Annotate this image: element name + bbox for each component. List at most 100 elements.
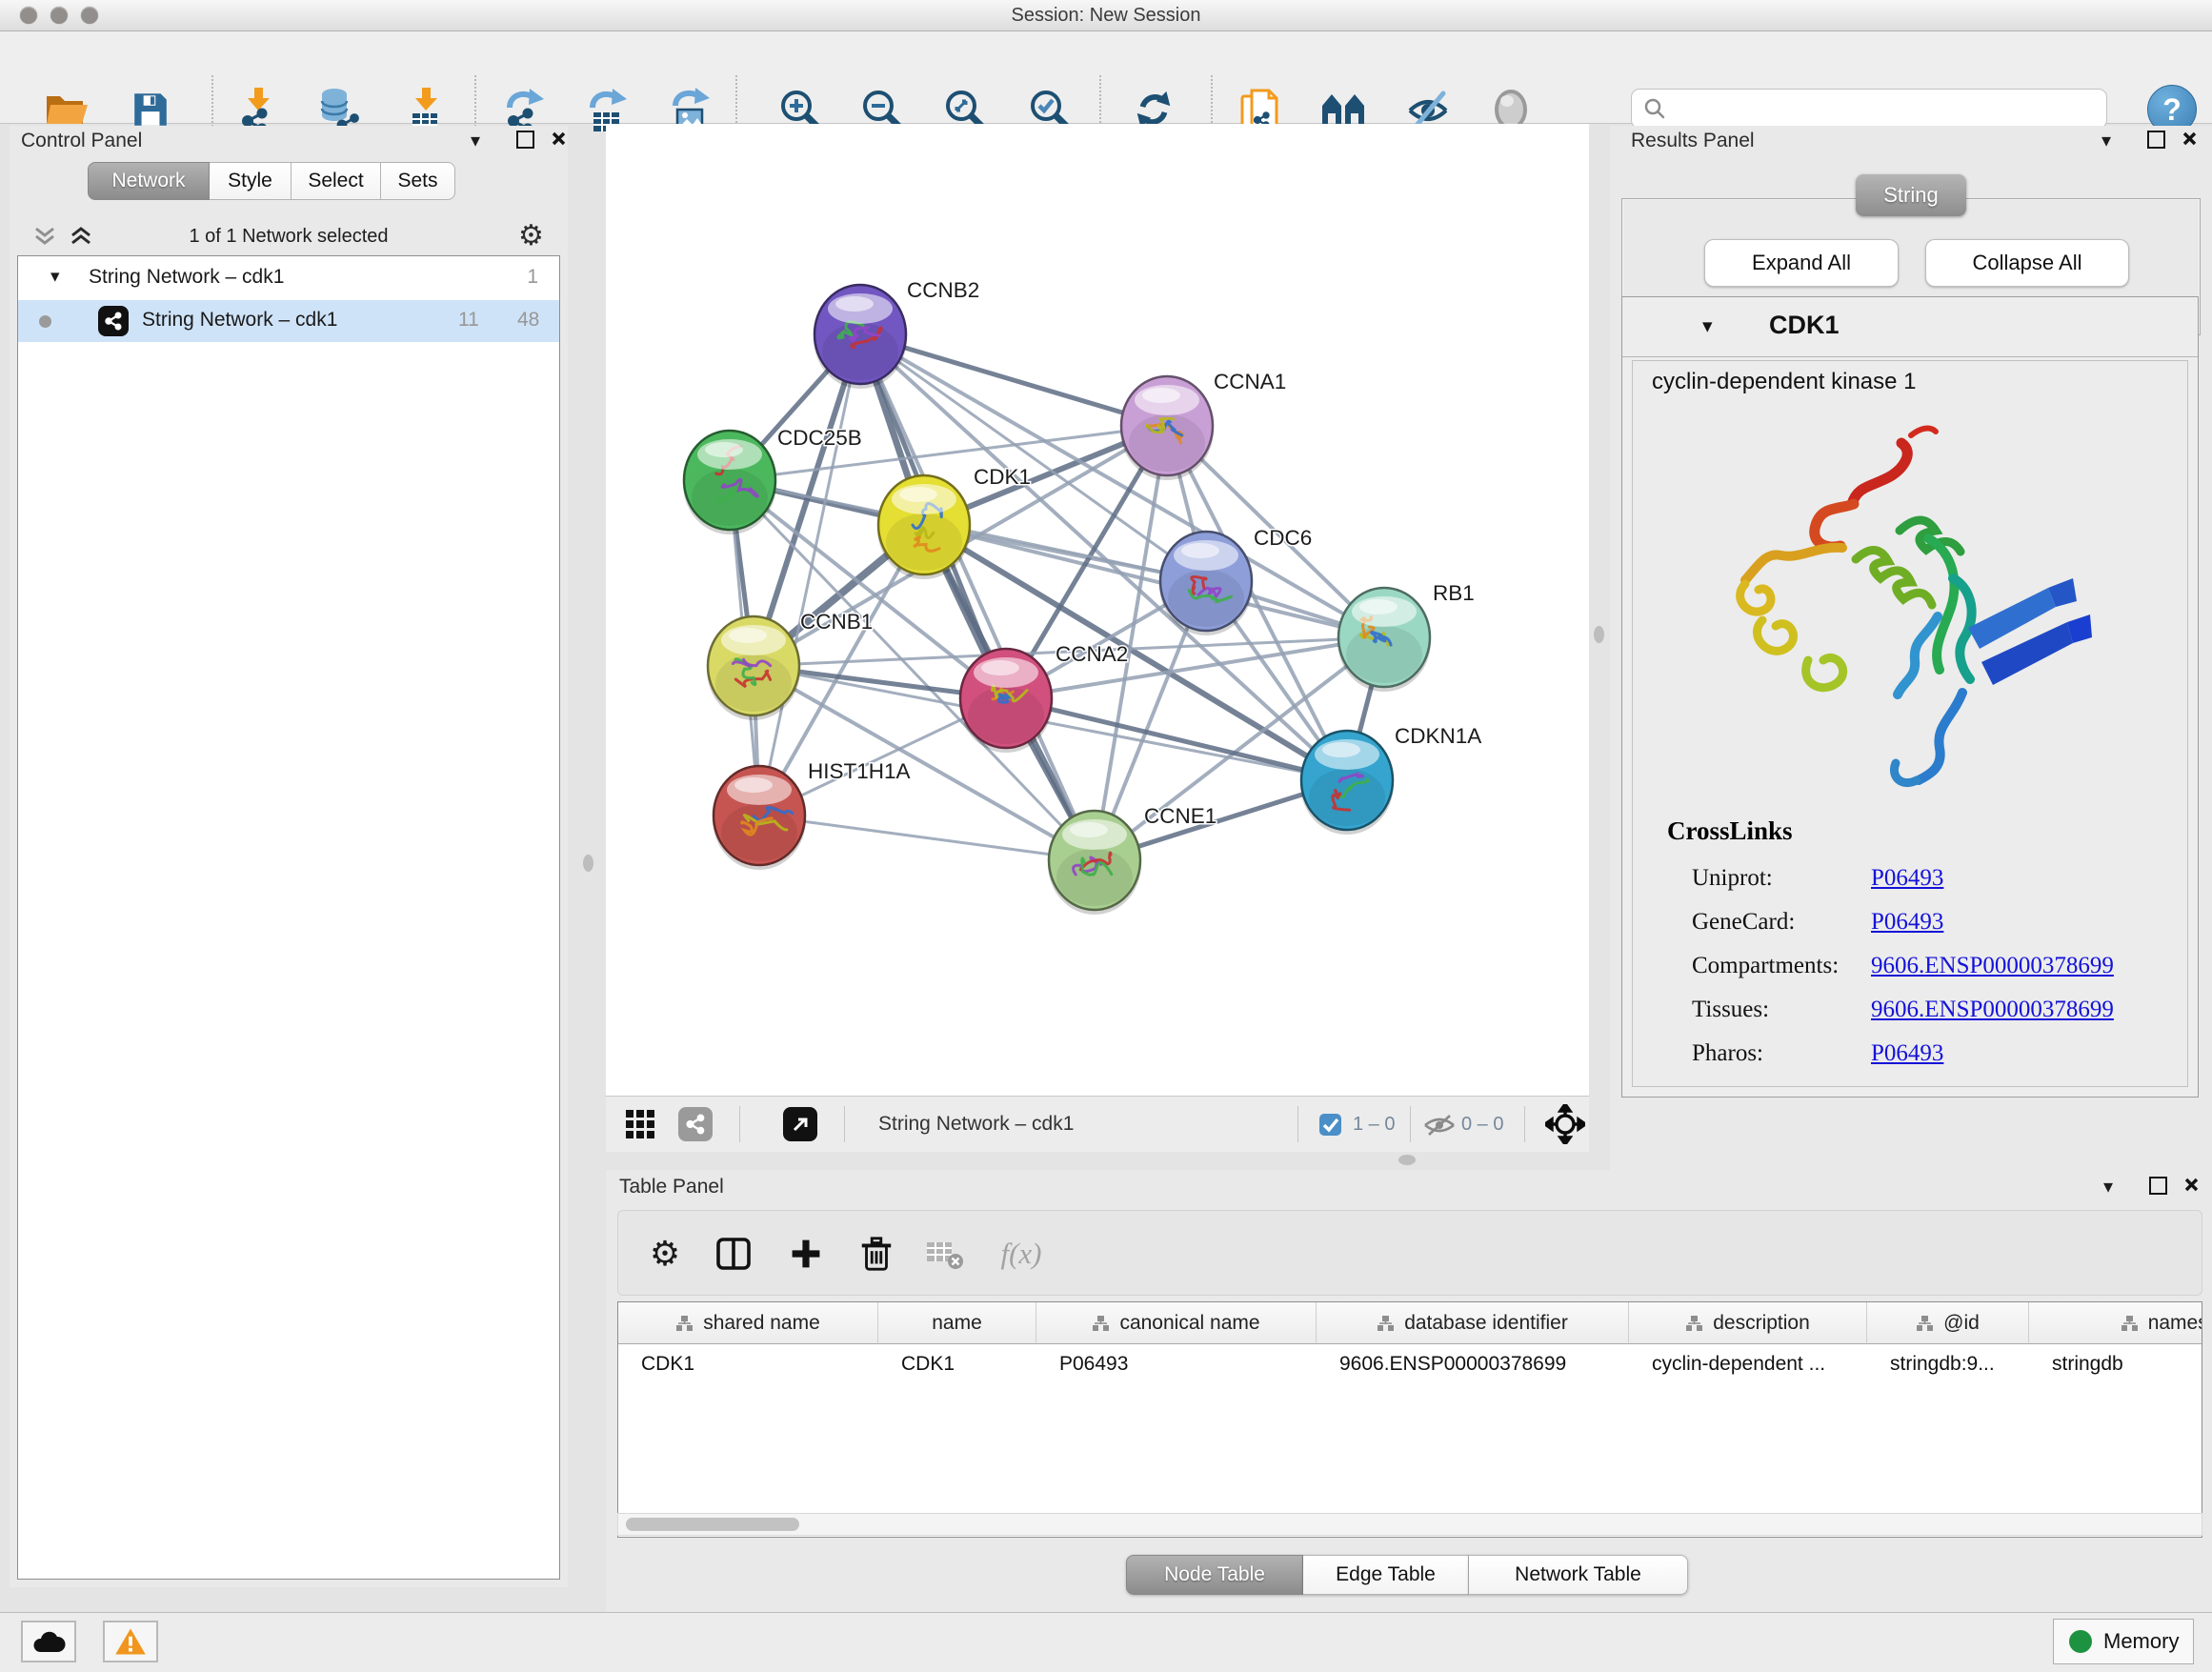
tab-sets[interactable]: Sets — [381, 162, 455, 200]
collapse-all-button[interactable]: Collapse All — [1925, 239, 2129, 287]
table-horizontal-scrollbar — [617, 1513, 2202, 1536]
scrollbar-thumb[interactable] — [626, 1518, 799, 1531]
collapse-panel-button[interactable]: ▾ — [2103, 1178, 2113, 1197]
column-header-name[interactable]: name — [878, 1302, 1036, 1344]
tab-network-table[interactable]: Network Table — [1469, 1555, 1688, 1595]
node-CCNB1[interactable] — [707, 616, 800, 720]
gear-icon[interactable]: ⚙ — [518, 217, 544, 255]
delete-table-button-disabled[interactable] — [923, 1232, 967, 1276]
table-toolbar: ⚙ — [617, 1210, 2202, 1296]
table-cell[interactable]: stringdb — [2029, 1344, 2202, 1384]
right-splitter-handle[interactable] — [1594, 626, 1604, 643]
crosslink-label: Pharos: — [1692, 1040, 1871, 1067]
network-badge-button[interactable] — [678, 1107, 713, 1141]
network-canvas[interactable]: CCNB2 CCNA1 CDC25B CDK1 — [606, 124, 1589, 1096]
table-cell[interactable]: CDK1 — [618, 1344, 878, 1384]
crosslink-link-0[interactable]: P06493 — [1871, 865, 1943, 892]
memory-button[interactable]: Memory — [2053, 1619, 2194, 1664]
node-CDC25B[interactable] — [683, 431, 776, 534]
hidden-toggle[interactable] — [1423, 1114, 1456, 1137]
close-panel-icon[interactable] — [2182, 131, 2198, 147]
table-cell[interactable]: P06493 — [1036, 1344, 1317, 1384]
grid-view-button[interactable] — [625, 1109, 655, 1139]
column-header-description[interactable]: description — [1629, 1302, 1867, 1344]
node-CCNA2[interactable] — [959, 649, 1053, 753]
control-panel-title: Control Panel — [21, 130, 142, 152]
collapse-panel-button[interactable]: ▾ — [2101, 131, 2111, 151]
node-CCNA1[interactable] — [1120, 376, 1214, 480]
column-header-canonical-name[interactable]: canonical name — [1036, 1302, 1317, 1344]
table-cell[interactable]: CDK1 — [878, 1344, 1036, 1384]
create-column-button[interactable] — [784, 1232, 828, 1276]
column-header-shared-name[interactable]: shared name — [618, 1302, 878, 1344]
show-columns-button[interactable] — [712, 1232, 755, 1276]
left-splitter-handle[interactable] — [583, 855, 593, 872]
column-tree-icon — [1092, 1315, 1110, 1332]
table-settings-button[interactable]: ⚙ — [643, 1232, 687, 1276]
table-cell[interactable]: cyclin-dependent ... — [1629, 1344, 1867, 1384]
node-CDKN1A[interactable] — [1300, 731, 1394, 835]
bottom-splitter-handle[interactable] — [1398, 1155, 1416, 1165]
tab-network[interactable]: Network — [88, 162, 210, 200]
network-graph: CCNB2 CCNA1 CDC25B CDK1 — [606, 124, 1589, 1096]
crosshair-icon — [1545, 1104, 1585, 1144]
column-header-namespace[interactable]: namespace — [2029, 1302, 2202, 1344]
separator — [1524, 1106, 1525, 1142]
node-CCNB2[interactable] — [814, 285, 907, 389]
float-panel-button[interactable] — [516, 131, 534, 149]
results-panel: Results Panel ▾ String Expand All Collap… — [1610, 126, 2212, 1170]
crosslink-link-2[interactable]: 9606.ENSP00000378699 — [1871, 953, 2114, 979]
table-cell[interactable]: stringdb:9... — [1867, 1344, 2029, 1384]
crosslink-link-3[interactable]: 9606.ENSP00000378699 — [1871, 997, 2114, 1023]
column-header-database-identifier[interactable]: database identifier — [1317, 1302, 1629, 1344]
node-label-CCNE1: CCNE1 — [1144, 804, 1217, 828]
tab-style[interactable]: Style — [210, 162, 292, 200]
float-panel-button[interactable] — [2147, 131, 2165, 149]
birdseye-pan-button[interactable] — [1545, 1104, 1585, 1144]
tab-node-table[interactable]: Node Table — [1126, 1555, 1303, 1595]
edge-CDK1-RB1[interactable] — [924, 525, 1384, 637]
table-panel: Table Panel ▾ ⚙ — [606, 1170, 2212, 1612]
collapse-card-icon[interactable]: ▾ — [1702, 314, 1713, 338]
tab-edge-table[interactable]: Edge Table — [1303, 1555, 1469, 1595]
selected-checkbox[interactable] — [1318, 1113, 1342, 1137]
tab-string[interactable]: String — [1856, 174, 1966, 216]
edge-CCNB2-CCNA1[interactable] — [860, 334, 1167, 426]
network-collection-row[interactable]: ▾ String Network – cdk1 1 — [18, 258, 559, 300]
float-panel-button[interactable] — [2149, 1177, 2167, 1195]
edge-HIST1H1A-CCNE1[interactable] — [759, 816, 1095, 860]
table-cell[interactable]: 9606.ENSP00000378699 — [1317, 1344, 1629, 1384]
delete-column-button[interactable] — [855, 1232, 898, 1276]
node-RB1[interactable] — [1337, 588, 1431, 692]
node-HIST1H1A[interactable] — [713, 766, 806, 870]
column-header--id[interactable]: @id — [1867, 1302, 2029, 1344]
crosslink-link-1[interactable]: P06493 — [1871, 909, 1943, 936]
cloud-status-button[interactable] — [21, 1621, 76, 1662]
plus-icon — [789, 1237, 823, 1271]
protein-result-card: ▾ CDK1 cyclin-dependent kinase 1 — [1621, 296, 2199, 1098]
node-CDK1[interactable] — [877, 475, 971, 579]
collapse-panel-button[interactable]: ▾ — [471, 131, 480, 151]
global-search-field[interactable] — [1631, 89, 2107, 129]
expand-all-button[interactable]: Expand All — [1704, 239, 1899, 287]
detach-view-button[interactable] — [783, 1107, 817, 1141]
crosslink-label: Compartments: — [1692, 953, 1871, 979]
tab-select[interactable]: Select — [292, 162, 381, 200]
search-input[interactable] — [1674, 97, 2106, 121]
tree-expander-icon[interactable]: ▾ — [50, 266, 60, 288]
selected-counts: 1 – 0 — [1353, 1097, 1395, 1152]
node-CCNE1[interactable] — [1048, 811, 1141, 915]
protein-card-header[interactable]: ▾ CDK1 — [1622, 297, 2198, 357]
node-CDC6[interactable] — [1159, 532, 1253, 635]
node-label-CCNB2: CCNB2 — [907, 278, 979, 302]
crosslink-label: Tissues: — [1692, 997, 1871, 1023]
edge-CCNB2-HIST1H1A[interactable] — [759, 334, 860, 816]
network-row-selected[interactable]: String Network – cdk1 11 48 — [18, 300, 559, 342]
function-builder-button[interactable]: f(x) — [988, 1232, 1055, 1276]
crosslink-link-4[interactable]: P06493 — [1871, 1040, 1943, 1067]
warning-status-button[interactable] — [103, 1621, 158, 1662]
close-panel-icon[interactable] — [2183, 1177, 2200, 1193]
status-bar: Memory — [0, 1612, 2212, 1672]
close-panel-icon[interactable] — [551, 131, 567, 147]
network-collection-label: String Network – cdk1 — [89, 266, 284, 289]
